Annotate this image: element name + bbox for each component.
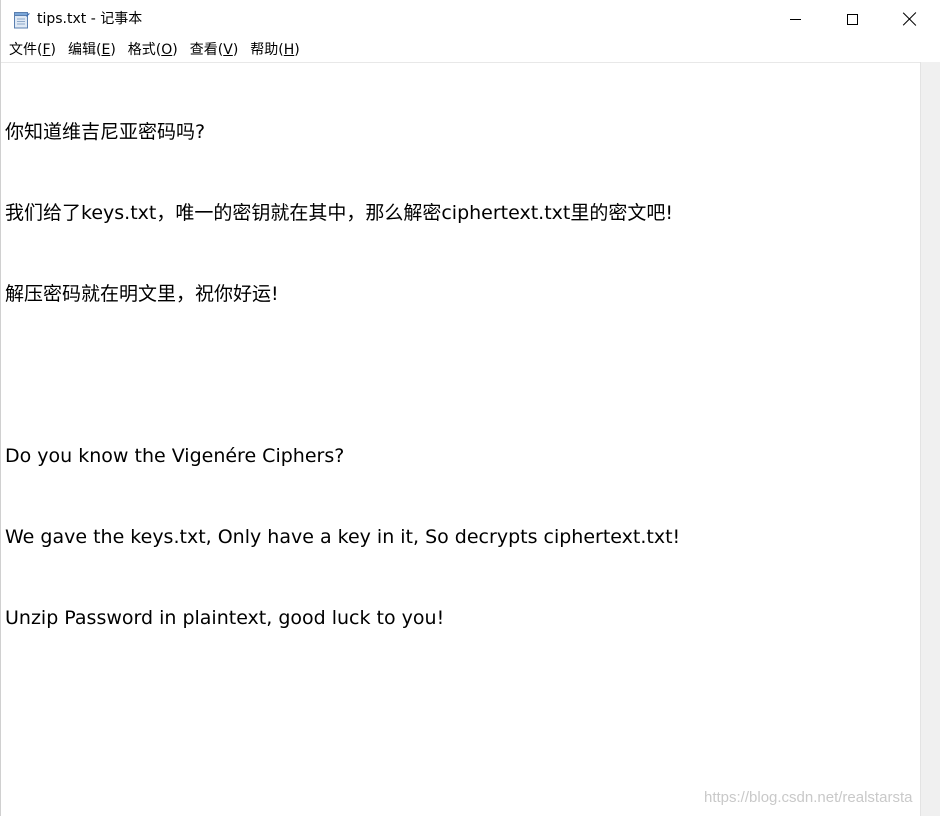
- menu-format-tail: ): [172, 42, 178, 58]
- text-line: We gave the keys.txt, Only have a key in…: [5, 526, 681, 548]
- document-text[interactable]: 你知道维吉尼亚密码吗? 我们给了keys.txt，唯一的密钥就在其中，那么解密c…: [5, 65, 680, 686]
- menu-edit-key: E: [101, 42, 111, 58]
- menu-help-label: 帮助(: [250, 42, 284, 58]
- text-line: Do you know the Vigenére Ciphers?: [5, 445, 345, 467]
- menu-bar: 文件(F) 编辑(E) 格式(O) 查看(V) 帮助(H): [1, 38, 940, 62]
- menu-edit-tail: ): [110, 42, 116, 58]
- vertical-scrollbar[interactable]: [920, 62, 940, 816]
- notepad-icon: [14, 12, 30, 29]
- text-line: [5, 362, 680, 389]
- close-icon: [903, 12, 917, 26]
- menu-view-label: 查看(: [189, 42, 224, 58]
- menu-format-label: 格式(: [127, 42, 162, 58]
- menu-help-tail: ): [294, 42, 300, 58]
- maximize-icon: [846, 13, 858, 25]
- minimize-button[interactable]: [766, 0, 824, 38]
- menu-file[interactable]: 文件(F): [3, 40, 62, 60]
- menu-edit[interactable]: 编辑(E): [62, 40, 122, 60]
- menu-file-label: 文件(: [9, 42, 43, 58]
- text-line: 你知道维吉尼亚密码吗?: [5, 121, 206, 143]
- menu-help-key: H: [283, 42, 295, 58]
- text-line: 我们给了keys.txt，唯一的密钥就在其中，那么解密ciphertext.tx…: [5, 202, 673, 224]
- menu-view[interactable]: 查看(V): [184, 40, 245, 60]
- window-title: tips.txt - 记事本: [37, 11, 143, 27]
- notepad-window: tips.txt - 记事本 文件(F) 编辑(E) 格式(O) 查看(V) 帮…: [0, 0, 940, 816]
- minimize-icon: [789, 18, 801, 20]
- menu-file-key: F: [42, 42, 51, 58]
- menu-format[interactable]: 格式(O): [122, 40, 184, 60]
- text-line: Unzip Password in plaintext, good luck t…: [5, 607, 445, 629]
- maximize-button[interactable]: [823, 0, 881, 38]
- text-line: 解压密码就在明文里，祝你好运!: [5, 283, 279, 305]
- menu-view-tail: ): [232, 42, 239, 58]
- menu-edit-label: 编辑(: [68, 42, 102, 58]
- menu-view-key: V: [223, 42, 233, 58]
- close-button[interactable]: [881, 0, 939, 38]
- title-bar[interactable]: tips.txt - 记事本: [1, 0, 940, 38]
- text-editor[interactable]: 你知道维吉尼亚密码吗? 我们给了keys.txt，唯一的密钥就在其中，那么解密c…: [1, 62, 920, 816]
- watermark: https://blog.csdn.net/realstarsta: [704, 789, 913, 806]
- menu-file-tail: ): [50, 42, 56, 58]
- menu-help[interactable]: 帮助(H): [244, 40, 305, 60]
- menu-format-key: O: [161, 42, 173, 58]
